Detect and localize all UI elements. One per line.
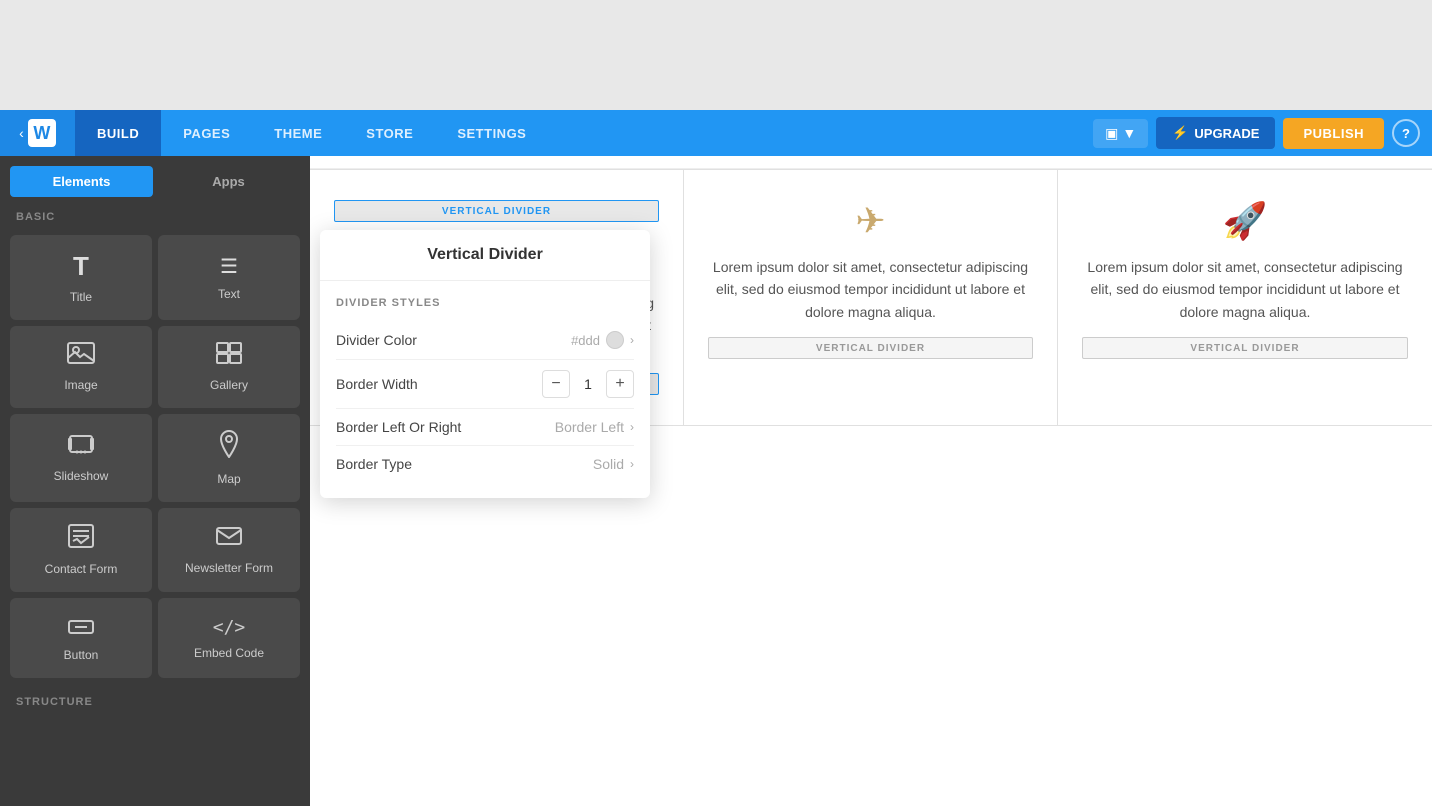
col-text-3: Lorem ipsum dolor sit amet, consectetur …	[1082, 256, 1408, 323]
element-newsletter-form-label: Newsletter Form	[185, 561, 273, 575]
popup-row-divider-color: Divider Color #ddd ›	[336, 321, 634, 360]
vertical-divider-selected-top[interactable]: VERTICAL DIVIDER	[334, 200, 659, 222]
slideshow-icon	[67, 433, 95, 461]
chevron-right-icon-type: ›	[630, 457, 634, 471]
sidebar-tab-apps[interactable]: Apps	[157, 166, 300, 197]
elements-grid: T Title ☰ Text Image	[0, 231, 310, 682]
basic-section-label: BASIC	[0, 197, 310, 231]
element-text[interactable]: ☰ Text	[158, 235, 300, 320]
element-button-label: Button	[64, 648, 99, 662]
element-embed-code-label: Embed Code	[194, 646, 264, 660]
divider-color-value[interactable]: #ddd ›	[571, 331, 634, 349]
element-slideshow-label: Slideshow	[54, 469, 109, 483]
map-icon	[218, 430, 240, 464]
columns-section: VERTICAL DIVIDER ✈ Lorem ipsum dolor sit…	[310, 169, 1432, 426]
sidebar-tab-group: Elements Apps	[0, 156, 310, 197]
popup-body: DIVIDER STYLES Divider Color #ddd ›	[320, 281, 650, 498]
element-newsletter-form[interactable]: Newsletter Form	[158, 508, 300, 592]
popup-section-label: DIVIDER STYLES	[336, 297, 634, 309]
image-icon	[67, 342, 95, 370]
main-wrapper: Elements Apps BASIC T Title ☰ Text	[0, 110, 1432, 806]
tab-store[interactable]: STORE	[344, 110, 435, 156]
content-area: home about contact VERTICAL DIVIDER ✈ Lo…	[310, 110, 1432, 806]
element-embed-code[interactable]: </> Embed Code	[158, 598, 300, 678]
vertical-divider-col2[interactable]: VERTICAL DIVIDER	[708, 337, 1033, 359]
border-width-stepper: − 1 +	[542, 370, 634, 398]
element-title[interactable]: T Title	[10, 235, 152, 320]
tab-theme[interactable]: THEME	[252, 110, 344, 156]
column-2: ✈ Lorem ipsum dolor sit amet, consectetu…	[684, 170, 1058, 425]
tab-build[interactable]: BUILD	[75, 110, 161, 156]
color-swatch[interactable]	[606, 331, 624, 349]
help-button[interactable]: ?	[1392, 119, 1420, 147]
border-type-text: Solid	[593, 456, 624, 472]
structure-section-label: STRUCTURE	[0, 682, 310, 716]
border-width-ctrl: − 1 +	[542, 370, 634, 398]
embed-code-icon: </>	[213, 617, 246, 638]
nav-tabs: BUILD PAGES THEME STORE SETTINGS	[75, 110, 548, 156]
back-arrow-icon[interactable]: ‹	[19, 125, 24, 141]
element-contact-form-label: Contact Form	[45, 562, 118, 576]
element-gallery[interactable]: Gallery	[158, 326, 300, 408]
element-map-label: Map	[217, 472, 240, 486]
column-3: 🚀 Lorem ipsum dolor sit amet, consectetu…	[1058, 170, 1432, 425]
contact-form-icon	[68, 524, 94, 554]
upgrade-button[interactable]: ⚡ UPGRADE	[1156, 117, 1275, 149]
sidebar-tab-elements[interactable]: Elements	[10, 166, 153, 197]
vertical-divider-col3[interactable]: VERTICAL DIVIDER	[1082, 337, 1408, 359]
border-width-value: 1	[578, 376, 598, 392]
title-icon: T	[73, 251, 89, 282]
element-map[interactable]: Map	[158, 414, 300, 502]
device-chevron-icon: ▼	[1122, 125, 1136, 141]
popup-row-border-type: Border Type Solid ›	[336, 446, 634, 482]
tab-settings[interactable]: SETTINGS	[435, 110, 548, 156]
color-hex-value: #ddd	[571, 333, 600, 348]
element-image-label: Image	[64, 378, 97, 392]
col-text-2: Lorem ipsum dolor sit amet, consectetur …	[708, 256, 1033, 323]
border-type-value[interactable]: Solid ›	[593, 456, 634, 472]
monitor-icon: ▣	[1105, 125, 1118, 142]
weebly-logo: W	[28, 119, 56, 147]
divider-color-label: Divider Color	[336, 332, 571, 348]
element-gallery-label: Gallery	[210, 378, 248, 392]
border-width-decrease-button[interactable]: −	[542, 370, 570, 398]
element-image[interactable]: Image	[10, 326, 152, 408]
vertical-divider-popup: Vertical Divider DIVIDER STYLES Divider …	[320, 230, 650, 498]
tab-pages[interactable]: PAGES	[161, 110, 252, 156]
lightning-icon: ⚡	[1172, 125, 1188, 141]
border-width-label: Border Width	[336, 376, 542, 392]
element-title-label: Title	[70, 290, 92, 304]
element-text-label: Text	[218, 287, 240, 301]
device-toggle-button[interactable]: ▣ ▼	[1093, 119, 1148, 148]
gallery-icon	[216, 342, 242, 370]
border-width-increase-button[interactable]: +	[606, 370, 634, 398]
sidebar: Elements Apps BASIC T Title ☰ Text	[0, 110, 310, 806]
publish-button[interactable]: PUBLISH	[1283, 118, 1384, 149]
chevron-right-icon-side: ›	[630, 420, 634, 434]
border-side-value[interactable]: Border Left ›	[555, 419, 634, 435]
logo-area: ‹ W	[0, 110, 75, 156]
element-button[interactable]: Button	[10, 598, 152, 678]
rocket-icon: 🚀	[1223, 200, 1268, 242]
plane-icon-2: ✈	[855, 200, 885, 242]
top-bar: BUILD PAGES THEME STORE SETTINGS ▣ ▼ ⚡ U…	[75, 110, 1432, 156]
border-type-label: Border Type	[336, 456, 593, 472]
popup-title: Vertical Divider	[320, 230, 650, 281]
popup-row-border-side: Border Left Or Right Border Left ›	[336, 409, 634, 446]
button-icon	[68, 614, 94, 640]
chevron-right-icon-color: ›	[630, 333, 634, 347]
popup-row-border-width: Border Width − 1 +	[336, 360, 634, 409]
text-icon: ☰	[220, 254, 238, 279]
top-bar-right: ▣ ▼ ⚡ UPGRADE PUBLISH ?	[1093, 117, 1432, 149]
border-side-label: Border Left Or Right	[336, 419, 555, 435]
site-preview: home about contact VERTICAL DIVIDER ✈ Lo…	[310, 110, 1432, 806]
column-1: VERTICAL DIVIDER ✈ Lorem ipsum dolor sit…	[310, 170, 684, 425]
border-side-text: Border Left	[555, 419, 624, 435]
element-contact-form[interactable]: Contact Form	[10, 508, 152, 592]
element-slideshow[interactable]: Slideshow	[10, 414, 152, 502]
newsletter-form-icon	[216, 525, 242, 553]
